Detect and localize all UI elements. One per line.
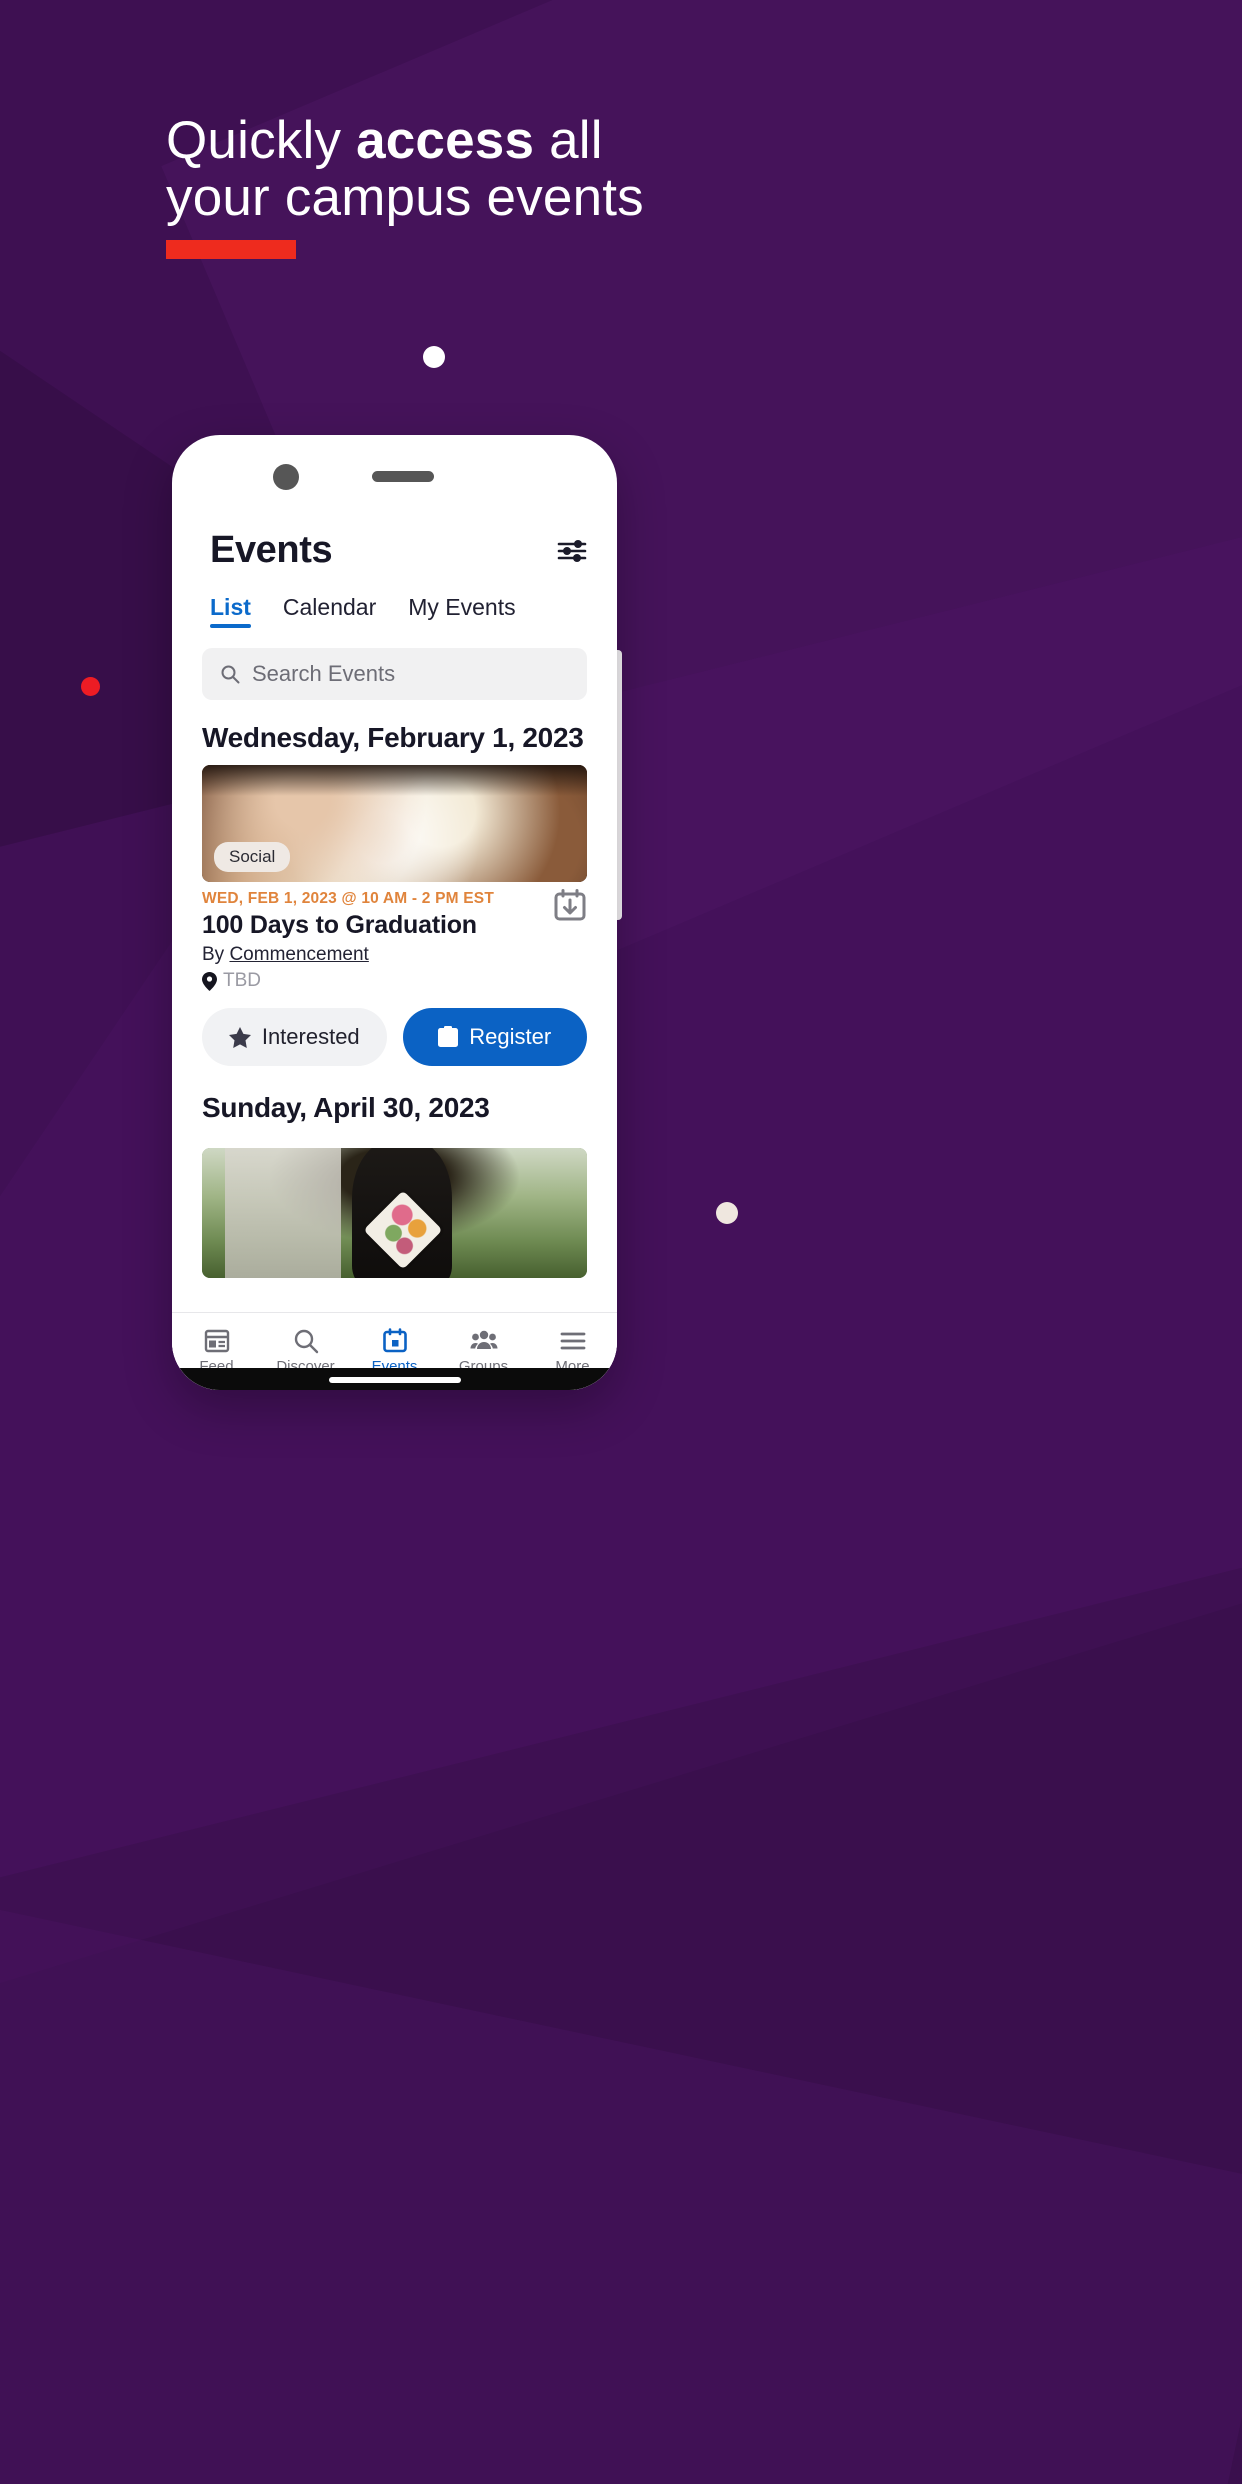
view-tabs: List Calendar My Events bbox=[172, 572, 617, 628]
home-indicator[interactable] bbox=[328, 1377, 461, 1383]
background-facet bbox=[0, 1543, 1242, 2484]
camera-icon bbox=[273, 464, 299, 490]
clipboard-icon bbox=[438, 1026, 459, 1048]
headline-text-1: Quickly bbox=[166, 111, 357, 170]
search-placeholder: Search Events bbox=[252, 661, 396, 686]
interested-label: Interested bbox=[261, 1024, 360, 1050]
hero-headline: Quickly access all your campus events bbox=[166, 112, 966, 226]
event-actions: Interested Register bbox=[202, 1008, 587, 1067]
event-title[interactable]: 100 Days to Graduation bbox=[202, 911, 587, 940]
register-button[interactable]: Register bbox=[402, 1008, 587, 1067]
event-organizer-line: By Commencement bbox=[202, 944, 587, 966]
hamburger-icon bbox=[560, 1332, 585, 1350]
search-icon bbox=[294, 1329, 318, 1354]
headline-text-bold: access bbox=[356, 111, 535, 170]
decorative-dot-white bbox=[423, 346, 445, 368]
event-card-body: WED, FEB 1, 2023 @ 10 AM - 2 PM EST 100 … bbox=[202, 882, 587, 992]
home-indicator-bar bbox=[172, 1368, 617, 1390]
event-by-prefix: By bbox=[202, 944, 230, 966]
promo-screenshot: Quickly access all your campus events Ev… bbox=[0, 0, 1242, 2484]
search-icon bbox=[221, 665, 240, 684]
event-location-row: TBD bbox=[202, 970, 587, 992]
event-image-shade bbox=[202, 765, 587, 796]
register-label: Register bbox=[469, 1024, 552, 1050]
tab-list[interactable]: List bbox=[210, 594, 251, 628]
feed-icon bbox=[204, 1329, 229, 1353]
decorative-dot-cream bbox=[716, 1202, 738, 1224]
headline-text-line2: your campus events bbox=[166, 168, 644, 228]
event-location: TBD bbox=[223, 970, 261, 992]
add-to-calendar-button[interactable] bbox=[553, 888, 587, 922]
event-datetime: WED, FEB 1, 2023 @ 10 AM - 2 PM EST bbox=[202, 890, 495, 908]
app-header: Events bbox=[172, 505, 617, 572]
event-card[interactable] bbox=[172, 1124, 617, 1278]
headline-underline-rule bbox=[166, 240, 296, 259]
event-image: Social bbox=[202, 765, 587, 883]
event-image-path bbox=[225, 1147, 341, 1278]
day-heading: Wednesday, February 1, 2023 bbox=[202, 722, 584, 753]
day-heading: Sunday, April 30, 2023 bbox=[202, 1092, 490, 1124]
phone-top-bezel bbox=[172, 435, 617, 505]
tab-calendar[interactable]: Calendar bbox=[283, 594, 376, 628]
decorative-dot-red bbox=[81, 677, 100, 696]
event-card[interactable]: Social WED, FEB 1, 2023 @ 10 AM - 2 PM E… bbox=[172, 753, 617, 1067]
calendar-download-icon bbox=[554, 889, 586, 921]
headline-text-2: all bbox=[534, 111, 603, 170]
speaker-grill bbox=[372, 471, 434, 482]
calendar-icon bbox=[382, 1328, 407, 1353]
tab-my-events[interactable]: My Events bbox=[408, 594, 515, 628]
page-title: Events bbox=[210, 529, 333, 571]
search-section: Search Events bbox=[172, 628, 617, 700]
phone-mockup: Events List Calendar My Events Search Ev… bbox=[172, 435, 617, 1390]
star-icon bbox=[228, 1026, 251, 1048]
interested-button[interactable]: Interested bbox=[202, 1008, 387, 1067]
search-input[interactable]: Search Events bbox=[202, 648, 587, 700]
sliders-filter-icon bbox=[557, 539, 587, 562]
filter-button[interactable] bbox=[551, 530, 593, 572]
people-icon bbox=[470, 1330, 497, 1349]
event-organizer-link[interactable]: Commencement bbox=[229, 944, 368, 965]
map-pin-icon bbox=[202, 971, 217, 991]
event-image bbox=[202, 1147, 587, 1278]
phone-screen: Events List Calendar My Events Search Ev… bbox=[172, 505, 617, 1390]
background-facet bbox=[0, 1830, 1242, 2484]
event-category-tag: Social bbox=[214, 842, 291, 873]
